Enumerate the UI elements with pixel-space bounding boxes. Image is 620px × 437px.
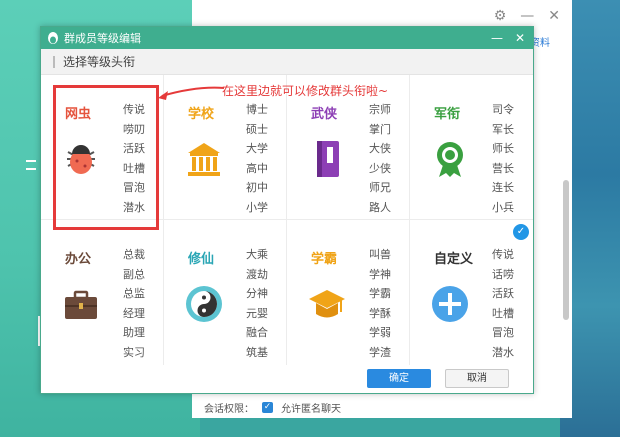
subheader-label: 选择等级头衔 <box>63 55 136 69</box>
level-title: 经理 <box>123 306 145 320</box>
category-card-office[interactable]: 办公 总裁 副总 总监 经理 助理 实习 <box>41 220 164 365</box>
level-title: 大侠 <box>369 142 391 155</box>
briefcase-icon <box>65 290 97 319</box>
gear-icon[interactable]: ⚙ <box>494 8 507 24</box>
level-title: 吐槽 <box>492 306 514 320</box>
level-title: 小兵 <box>492 200 514 214</box>
category-name: 修仙 <box>188 252 215 267</box>
level-list: 博士 硕士 大学 高中 初中 小学 <box>246 100 268 217</box>
level-title: 大乘 <box>246 248 268 261</box>
yin-yang-icon <box>186 286 222 322</box>
level-title: 实习 <box>123 345 145 359</box>
menu-icon-line <box>26 168 36 170</box>
level-list: 宗师 掌门 大侠 少侠 师兄 路人 <box>369 100 391 217</box>
cancel-button[interactable]: 取消 <box>445 368 509 388</box>
school-building-icon <box>188 143 220 176</box>
level-title: 掌门 <box>369 122 391 136</box>
scrollbar-thumb[interactable] <box>563 180 569 320</box>
dialog-subheader: 选择等级头衔 <box>41 49 533 75</box>
level-list: 司令 军长 师长 营长 连长 小兵 <box>492 100 514 217</box>
level-title: 副总 <box>123 267 145 281</box>
level-title: 话唠 <box>492 267 514 281</box>
minimize-icon[interactable]: — <box>491 31 503 45</box>
category-name: 自定义 <box>434 252 474 267</box>
level-title: 硕士 <box>246 122 268 136</box>
chat-permission-label: 会话权限： <box>204 404 254 415</box>
close-icon[interactable]: ✕ <box>548 8 560 24</box>
category-card-custom[interactable]: ✓ 自定义 传说 话唠 活跃 吐槽 冒泡 潜水 <box>410 220 533 365</box>
level-title: 军长 <box>492 122 514 136</box>
level-title: 大学 <box>246 142 268 155</box>
highlight-box <box>53 85 159 230</box>
level-title: 博士 <box>246 103 268 116</box>
chat-permission-row: 会话权限： ✓ 允许匿名聊天 <box>204 400 341 415</box>
level-title: 连长 <box>492 181 514 194</box>
ok-button[interactable]: 确定 <box>367 368 431 388</box>
medal-icon <box>437 142 463 177</box>
category-name: 学霸 <box>311 252 338 267</box>
selected-check-icon: ✓ <box>513 224 529 240</box>
level-title: 传说 <box>492 248 514 261</box>
graduation-cap-icon <box>309 290 345 318</box>
dialog-footer: 确定 取消 <box>41 363 533 393</box>
level-title: 学霸 <box>369 287 391 300</box>
anonymous-chat-checkbox[interactable]: ✓ <box>262 402 273 413</box>
level-title: 师长 <box>492 142 514 155</box>
category-card-military[interactable]: 军衔 司令 军长 师长 营长 连长 小兵 <box>410 75 533 220</box>
level-title: 冒泡 <box>492 326 514 339</box>
level-title: 元婴 <box>246 306 268 320</box>
dialog-titlebar[interactable]: 群成员等级编辑 — ✕ <box>41 27 533 49</box>
level-title: 渡劫 <box>246 267 268 281</box>
level-title: 分神 <box>246 287 268 300</box>
category-name: 办公 <box>65 252 92 267</box>
level-title: 路人 <box>369 200 391 214</box>
category-name: 武侠 <box>311 107 338 122</box>
book-icon <box>317 141 339 177</box>
level-title: 学神 <box>369 267 391 281</box>
plus-icon <box>432 286 468 322</box>
level-list: 总裁 副总 总监 经理 助理 实习 <box>123 245 145 362</box>
annotation-arrow-icon <box>158 86 225 100</box>
level-title: 总监 <box>123 287 145 300</box>
category-card-xiuxian[interactable]: 修仙 大乘 渡劫 分神 元婴 融合 筑基 <box>164 220 287 365</box>
level-title: 学渣 <box>369 345 391 359</box>
level-title: 营长 <box>492 161 514 175</box>
minimize-icon[interactable]: — <box>520 8 534 24</box>
menu-icon <box>26 160 36 162</box>
level-title: 小学 <box>246 200 268 214</box>
qq-penguin-icon <box>48 32 58 44</box>
level-list: 传说 话唠 活跃 吐槽 冒泡 潜水 <box>492 245 514 362</box>
level-list: 大乘 渡劫 分神 元婴 融合 筑基 <box>246 245 268 362</box>
level-title: 融合 <box>246 326 268 339</box>
category-card-xueba[interactable]: 学霸 叫兽 学神 学霸 学酥 学弱 学渣 <box>287 220 410 365</box>
level-title: 潜水 <box>492 345 514 359</box>
level-title: 宗师 <box>369 103 391 116</box>
category-name: 学校 <box>188 107 215 122</box>
category-name: 军衔 <box>434 107 461 122</box>
subheader-marker <box>53 55 55 68</box>
level-title: 高中 <box>246 161 268 175</box>
level-title: 筑基 <box>246 345 268 359</box>
level-title: 学弱 <box>369 326 391 339</box>
level-title: 活跃 <box>492 287 514 300</box>
level-title: 叫兽 <box>369 248 391 261</box>
level-title: 初中 <box>246 181 268 194</box>
level-list: 叫兽 学神 学霸 学酥 学弱 学渣 <box>369 245 391 362</box>
level-title: 学酥 <box>369 306 391 320</box>
background-window-controls: ⚙ — ✕ <box>494 8 560 24</box>
close-icon[interactable]: ✕ <box>515 31 525 45</box>
anonymous-chat-label: 允许匿名聊天 <box>281 404 341 415</box>
level-title: 总裁 <box>123 248 145 261</box>
dialog-title: 群成员等级编辑 <box>64 32 141 45</box>
level-title: 师兄 <box>369 181 391 194</box>
annotation-text: 在这里边就可以修改群头衔啦~ <box>222 84 389 98</box>
level-title: 少侠 <box>369 161 391 175</box>
level-title: 助理 <box>123 326 145 339</box>
level-title: 司令 <box>492 103 514 116</box>
